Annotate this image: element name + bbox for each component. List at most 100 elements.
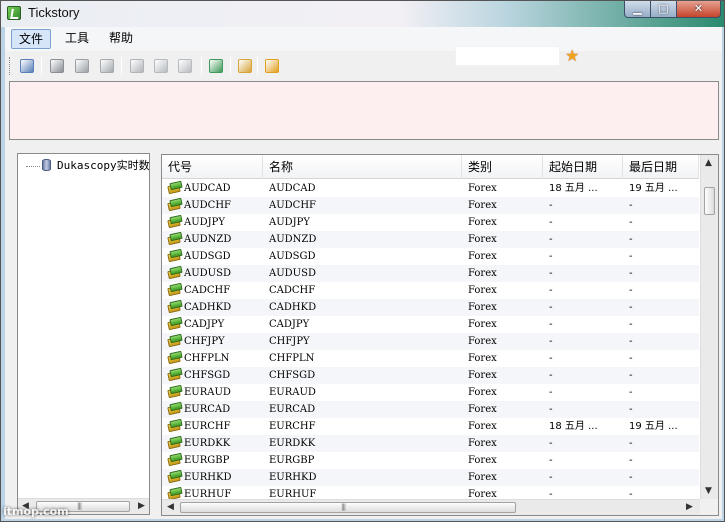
col-header-end-date[interactable]: 最后日期	[623, 155, 699, 179]
table-row[interactable]: AUDUSD AUDUSD Forex - -	[162, 265, 699, 282]
cell-symbol: CHFSGD	[184, 370, 231, 381]
cell-symbol: EURDKK	[184, 438, 231, 449]
currency-pair-icon	[167, 452, 183, 467]
app-icon	[7, 6, 21, 20]
cell-name: AUDSGD	[269, 251, 316, 262]
table-vertical-scrollbar[interactable]: ▲ ▼	[700, 155, 718, 499]
doc-icon	[130, 59, 144, 73]
table-row[interactable]: AUDNZD AUDNZD Forex - -	[162, 231, 699, 248]
currency-pair-icon	[167, 401, 183, 416]
watermark-text: itmop.com	[3, 505, 69, 518]
currency-pair-icon	[167, 180, 183, 195]
close-button[interactable]: ✕	[676, 1, 721, 18]
cell-name: AUDUSD	[269, 268, 316, 279]
table-row[interactable]: EURCAD EURCAD Forex - -	[162, 401, 699, 418]
cell-start-date: 18 五月 ...	[549, 421, 598, 432]
table-vscroll-thumb[interactable]	[704, 187, 715, 215]
grid-button[interactable]	[73, 57, 91, 75]
col-header-category[interactable]: 类别	[462, 155, 543, 179]
print-icon	[50, 59, 64, 73]
table-row[interactable]: AUDCHF AUDCHF Forex - -	[162, 197, 699, 214]
export-button[interactable]	[207, 57, 225, 75]
toolbar-grip[interactable]	[9, 57, 12, 75]
col-header-symbol[interactable]: 代号	[162, 155, 263, 179]
cell-end-date: -	[629, 268, 633, 279]
currency-pair-icon	[167, 469, 183, 484]
currency-pair-icon	[167, 435, 183, 450]
scroll-right-arrow-icon[interactable]: ▶	[686, 503, 693, 512]
cell-end-date: -	[629, 251, 633, 262]
cell-symbol: CADJPY	[184, 319, 225, 330]
doc-button[interactable]	[128, 57, 146, 75]
menu-file[interactable]: 文件	[11, 29, 52, 49]
table-row[interactable]: AUDCAD AUDCAD Forex 18 五月 ... 19 五月 ...	[162, 180, 699, 197]
table-row[interactable]: CADHKD CADHKD Forex - -	[162, 299, 699, 316]
scroll-up-arrow-icon[interactable]: ▲	[705, 159, 712, 168]
gear-button[interactable]	[18, 57, 36, 75]
scroll-down-arrow-icon[interactable]: ▼	[705, 487, 712, 496]
tree-connector	[26, 165, 40, 167]
cell-symbol: AUDSGD	[184, 251, 231, 262]
table-row[interactable]: CHFJPY CHFJPY Forex - -	[162, 333, 699, 350]
title-bar[interactable]: Tickstory ▁ □ ✕	[1, 1, 724, 27]
minimize-button[interactable]: ▁	[624, 1, 651, 18]
table-row[interactable]: CADJPY CADJPY Forex - -	[162, 316, 699, 333]
cell-end-date: -	[629, 370, 633, 381]
col-header-start-date[interactable]: 起始日期	[543, 155, 623, 179]
cell-start-date: -	[549, 404, 553, 415]
cell-category: Forex	[468, 404, 497, 415]
cell-end-date: -	[629, 438, 633, 449]
chart-button[interactable]	[152, 57, 170, 75]
cell-start-date: -	[549, 370, 553, 381]
print-button[interactable]	[48, 57, 66, 75]
menu-tools[interactable]: 工具	[58, 29, 96, 49]
toolbar-separator	[230, 57, 231, 75]
cell-name: CHFSGD	[269, 370, 316, 381]
menu-help[interactable]: 帮助	[102, 29, 140, 49]
cell-category: Forex	[468, 319, 497, 330]
table-row[interactable]: CHFSGD CHFSGD Forex - -	[162, 367, 699, 384]
cell-symbol: AUDNZD	[184, 234, 232, 245]
database-icon	[42, 159, 51, 171]
cell-start-date: -	[549, 285, 553, 296]
table-row[interactable]: EURCHF EURCHF Forex 18 五月 ... 19 五月 ...	[162, 418, 699, 435]
cell-category: Forex	[468, 472, 497, 483]
cell-category: Forex	[468, 438, 497, 449]
cell-start-date: -	[549, 472, 553, 483]
edit-button[interactable]	[236, 57, 254, 75]
table-horizontal-scrollbar[interactable]: ◀ ||| ▶	[162, 499, 700, 515]
table-row[interactable]: CADCHF CADCHF Forex - -	[162, 282, 699, 299]
table-row[interactable]: CHFPLN CHFPLN Forex - -	[162, 350, 699, 367]
toolbar-separator	[201, 57, 202, 75]
tree-item-dukascopy[interactable]: Dukascopy实时数据	[26, 158, 149, 174]
table-row[interactable]: EURHKD EURHKD Forex - -	[162, 469, 699, 486]
table-row[interactable]: AUDSGD AUDSGD Forex - -	[162, 248, 699, 265]
cell-category: Forex	[468, 251, 497, 262]
col-header-name[interactable]: 名称	[263, 155, 462, 179]
table-row[interactable]: AUDJPY AUDJPY Forex - -	[162, 214, 699, 231]
cell-category: Forex	[468, 200, 497, 211]
cell-symbol: EURGBP	[184, 455, 230, 466]
app-window: Tickstory ▁ □ ✕ 文件 工具 帮助 ★ Dukascopy实时数据…	[0, 0, 725, 522]
toolbar-separator	[257, 57, 258, 75]
maximize-button[interactable]: □	[650, 1, 677, 18]
grip-icon: |||	[77, 502, 82, 510]
cell-category: Forex	[468, 353, 497, 364]
scroll-right-arrow-icon[interactable]: ▶	[138, 502, 145, 511]
table-row[interactable]: EURGBP EURGBP Forex - -	[162, 452, 699, 469]
cell-symbol: AUDJPY	[184, 217, 226, 228]
cell-name: CHFPLN	[269, 353, 315, 364]
cell-category: Forex	[468, 268, 497, 279]
window-button[interactable]	[176, 57, 194, 75]
cell-end-date: -	[629, 234, 633, 245]
table-hscroll-thumb[interactable]: |||	[180, 502, 516, 513]
copy-button[interactable]	[98, 57, 116, 75]
cell-symbol: CHFJPY	[184, 336, 225, 347]
cell-end-date: -	[629, 336, 633, 347]
scroll-left-arrow-icon[interactable]: ◀	[167, 503, 174, 512]
cell-symbol: EURHKD	[184, 472, 232, 483]
table-row[interactable]: EURDKK EURDKK Forex - -	[162, 435, 699, 452]
table-row[interactable]: EURAUD EURAUD Forex - -	[162, 384, 699, 401]
table-header: 代号 名称 类别 起始日期 最后日期	[162, 155, 699, 179]
lock-button[interactable]	[263, 57, 281, 75]
